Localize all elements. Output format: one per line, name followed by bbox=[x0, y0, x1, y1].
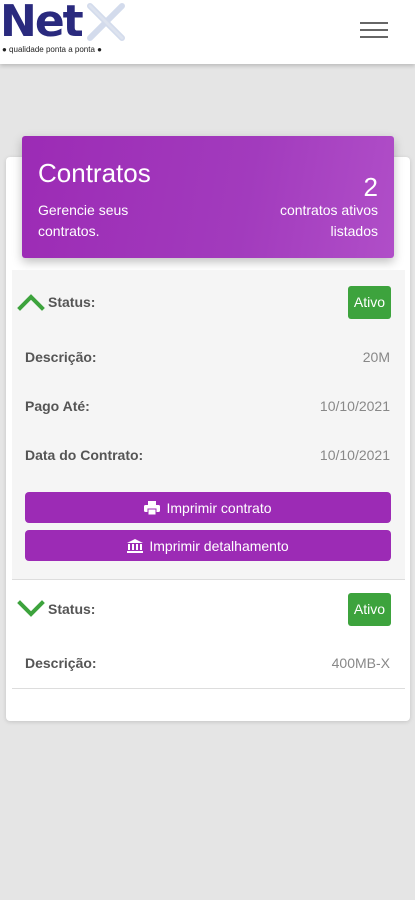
contract-item: Status: Ativo Descrição: 400MB-X bbox=[12, 581, 405, 689]
print-contract-label: Imprimir contrato bbox=[166, 499, 272, 516]
logo-tagline: ● qualidade ponta a ponta ● bbox=[2, 45, 102, 54]
status-badge: Ativo bbox=[347, 593, 391, 626]
status-row: Status: Ativo bbox=[12, 286, 405, 319]
paid-until-row: Pago Até: 10/10/2021 bbox=[12, 390, 405, 420]
logo-x-mark bbox=[87, 3, 125, 41]
contract-date-label: Data do Contrato: bbox=[25, 447, 144, 463]
logo-wordmark: Net bbox=[0, 0, 84, 47]
description-value: 400MB-X bbox=[331, 655, 390, 671]
page-title: Contratos bbox=[38, 158, 151, 188]
paid-until-label: Pago Até: bbox=[25, 398, 90, 414]
description-row: Descrição: 20M bbox=[12, 341, 405, 371]
paid-until-value: 10/10/2021 bbox=[319, 398, 390, 414]
contract-date-value: 10/10/2021 bbox=[319, 447, 390, 463]
print-details-button[interactable]: Imprimir detalhamento bbox=[25, 530, 391, 561]
description-label: Descrição: bbox=[25, 655, 97, 671]
status-row: Status: Ativo bbox=[12, 593, 405, 626]
status-label: Status: bbox=[48, 294, 96, 310]
description-label: Descrição: bbox=[25, 349, 97, 365]
chevron-down-icon[interactable] bbox=[17, 597, 45, 619]
status-badge: Ativo bbox=[347, 286, 391, 319]
contract-date-row: Data do Contrato: 10/10/2021 bbox=[12, 439, 405, 469]
logo[interactable]: Net ● qualidade ponta a ponta ● bbox=[0, 0, 130, 60]
print-details-label: Imprimir detalhamento bbox=[149, 537, 289, 554]
hamburger-menu-icon[interactable] bbox=[360, 22, 388, 42]
top-bar: Net ● qualidade ponta a ponta ● bbox=[0, 0, 415, 64]
header-description: Gerencie seus contratos. bbox=[38, 202, 129, 239]
description-value: 20M bbox=[362, 349, 390, 365]
contract-item: Status: Ativo Descrição: 20M Pago Até: 1… bbox=[12, 270, 405, 580]
printer-icon bbox=[144, 500, 161, 515]
status-label: Status: bbox=[48, 601, 96, 617]
description-row: Descrição: 400MB-X bbox=[12, 647, 405, 677]
active-contracts-label: contratos ativos listados bbox=[279, 202, 378, 239]
print-contract-button[interactable]: Imprimir contrato bbox=[25, 492, 391, 523]
bank-icon bbox=[127, 538, 144, 553]
chevron-up-icon[interactable] bbox=[17, 290, 45, 312]
active-contracts-count: 2 bbox=[363, 172, 378, 202]
contracts-header: Contratos Gerencie seus contratos. 2 con… bbox=[22, 136, 394, 258]
